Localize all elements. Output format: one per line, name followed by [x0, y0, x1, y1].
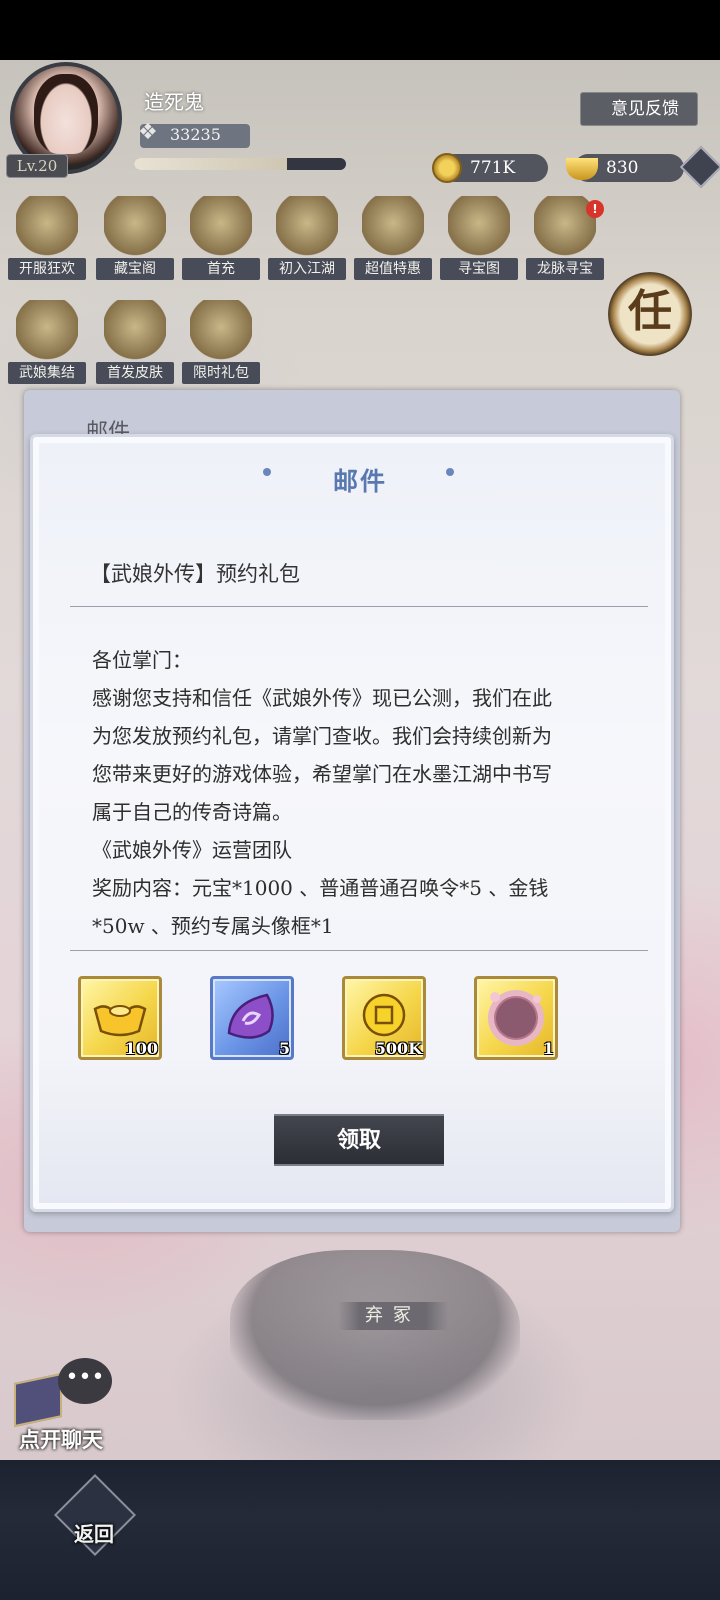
- event-open-server-carnival[interactable]: 开服狂欢: [4, 196, 90, 284]
- reward-avatar-frame[interactable]: 1: [474, 976, 558, 1060]
- event-label: 限时礼包: [182, 362, 260, 384]
- mail-subject: 【武娘外传】预约礼包: [90, 562, 300, 586]
- event-first-recharge[interactable]: 首充: [178, 196, 264, 284]
- mail-body-line: 属于自己的传奇诗篇。: [92, 800, 292, 824]
- event-limited-gift[interactable]: 限时礼包: [178, 300, 264, 388]
- event-enter-jianghu[interactable]: 初入江湖: [264, 196, 350, 284]
- token-icon: [16, 300, 78, 360]
- level-badge: Lv.20: [6, 154, 68, 178]
- yin-yang-icon: [276, 196, 338, 256]
- player-name: 造死鬼: [144, 90, 204, 114]
- gift-bag-icon: [190, 300, 252, 360]
- ingot-amount: 830: [606, 158, 639, 178]
- event-treasure-pavilion[interactable]: 藏宝阁: [92, 196, 178, 284]
- scroll-icon: [16, 196, 78, 256]
- mail-body-line: 奖励内容：元宝*1000 、普通普通召唤令*5 、金钱: [92, 876, 549, 900]
- event-launch-skin[interactable]: 首发皮肤: [92, 300, 178, 388]
- coin-icon: [432, 153, 462, 183]
- status-bar: [0, 0, 720, 60]
- event-heroine-assemble[interactable]: 武娘集结: [4, 300, 90, 388]
- event-label: 初入江湖: [268, 258, 346, 280]
- mail-body-line: 各位掌门：: [92, 648, 192, 672]
- divider-bottom: [70, 950, 648, 951]
- reward-count: 100: [124, 1039, 158, 1058]
- event-label: 开服狂欢: [8, 258, 86, 280]
- treasure-pile-icon: [362, 196, 424, 256]
- treasure-map-icon: [448, 196, 510, 256]
- event-label: 超值特惠: [354, 258, 432, 280]
- event-label: 武娘集结: [8, 362, 86, 384]
- back-button[interactable]: 返回: [50, 1473, 138, 1578]
- notification-badge: !: [586, 200, 604, 218]
- claim-button[interactable]: 领取: [274, 1114, 444, 1166]
- exp-bar: [134, 158, 346, 170]
- reward-count: 1: [542, 1039, 554, 1058]
- power-value: 33235: [170, 125, 221, 144]
- title-dot-right: [446, 468, 454, 476]
- mail-body-line: 《武娘外传》运营团队: [92, 838, 292, 862]
- divider-top: [70, 606, 648, 607]
- exp-bar-fill: [134, 158, 287, 170]
- chat-bubble-icon: •••: [58, 1358, 112, 1404]
- task-medal-button[interactable]: 任: [608, 272, 692, 356]
- event-label: 龙脉寻宝: [526, 258, 604, 280]
- reward-count: 5: [278, 1039, 290, 1058]
- power-wing-icon: ❖: [138, 120, 158, 145]
- reward-count: 500K: [374, 1039, 422, 1058]
- ink-rock-decoration: [230, 1250, 520, 1420]
- event-treasure-map[interactable]: 寻宝图: [436, 196, 522, 284]
- event-label: 首充: [182, 258, 260, 280]
- feedback-button[interactable]: 意见反馈: [580, 92, 698, 126]
- event-dragon-vein-hunt[interactable]: ! 龙脉寻宝: [522, 196, 608, 284]
- heroine-portrait-icon: [104, 300, 166, 360]
- pavilion-icon: [104, 196, 166, 256]
- event-super-deal[interactable]: 超值特惠: [350, 196, 436, 284]
- gift-box-icon: [190, 196, 252, 256]
- coin-amount: 771K: [470, 158, 516, 178]
- reward-gold-coin[interactable]: 500K: [342, 976, 426, 1060]
- chat-label: 点开聊天: [19, 1427, 103, 1452]
- mail-body-line: *50w 、预约专属头像框*1: [92, 914, 334, 938]
- mail-body-line: 为您发放预约礼包，请掌门查收。我们会持续创新为: [92, 724, 552, 748]
- event-label: 藏宝阁: [96, 258, 174, 280]
- chat-button[interactable]: ••• 点开聊天: [6, 1358, 116, 1458]
- dialog-title: 邮件: [332, 467, 387, 496]
- avatar-portrait: [34, 74, 98, 154]
- mail-body-line: 感谢您支持和信任《武娘外传》现已公测，我们在此: [92, 686, 552, 710]
- reward-summon-token[interactable]: 5: [210, 976, 294, 1060]
- event-label: 寻宝图: [440, 258, 518, 280]
- mail-body-line: 您带来更好的游戏体验，希望掌门在水墨江湖中书写: [92, 762, 552, 786]
- back-label: 返回: [74, 1522, 114, 1546]
- chat-book-icon: [14, 1372, 62, 1428]
- event-label: 首发皮肤: [96, 362, 174, 384]
- reward-gold-ingot[interactable]: 100: [78, 976, 162, 1060]
- location-tag[interactable]: 弃冢: [338, 1302, 448, 1330]
